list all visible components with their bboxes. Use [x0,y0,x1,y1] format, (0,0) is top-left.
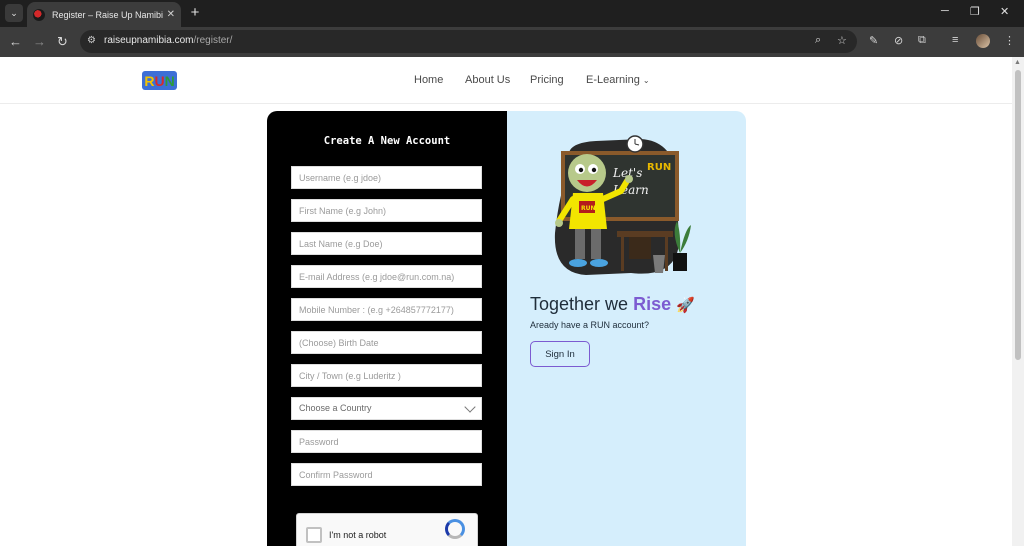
blocker-extension-icon[interactable]: ⊘ [894,34,903,47]
bookmark-star-icon[interactable]: ☆ [837,34,847,47]
back-icon[interactable]: ← [9,34,22,50]
recaptcha-checkbox[interactable] [306,527,322,543]
nav-pricing[interactable]: Pricing [530,74,564,86]
recaptcha-widget: I'm not a robot [296,513,478,546]
recaptcha-label: I'm not a robot [329,530,387,540]
country-select[interactable]: Choose a Country [291,397,482,420]
browser-toolbar: ← → ↻ ⚙ raiseupnamibia.com/register/ ⌕ ☆… [0,27,1024,57]
sign-in-button[interactable]: Sign In [530,341,590,367]
extensions-puzzle-icon[interactable]: ⧉ [918,34,926,47]
site-info-icon[interactable]: ⚙ [87,35,96,46]
promo-subtitle: Aready have a RUN account? [530,320,650,330]
chevron-down-icon [464,400,476,413]
profile-avatar[interactable] [976,34,990,48]
mobile-input[interactable] [291,298,482,321]
form-title: Create A New Account [323,135,451,147]
birth-date-input[interactable] [291,331,482,354]
run-logo[interactable]: RUN [142,71,177,90]
browser-tabbar: ⌄ Register – Raise Up Namibia ✕ + ─ ❐ ✕ [0,0,1024,27]
minimize-icon[interactable]: ─ [941,5,949,17]
reload-icon[interactable]: ↻ [57,34,68,50]
tab-title: Register – Raise Up Namibia [52,9,163,20]
password-input[interactable] [291,430,482,453]
tab-close-icon[interactable]: ✕ [167,9,175,20]
scroll-up-arrow-icon[interactable]: ▲ [1014,59,1021,66]
shirt-text-run: RUN [581,205,596,212]
character-shoe-icon [569,259,587,267]
window-close-icon[interactable]: ✕ [1000,5,1009,18]
email-input[interactable] [291,265,482,288]
confirm-password-input[interactable] [291,463,482,486]
promo-panel: Let's RUN Learn RUN Together we Rise 🚀 A… [507,111,746,546]
nav-about-us[interactable]: About Us [465,74,510,86]
teacher-illustration: Let's RUN Learn RUN [554,135,691,275]
zoom-icon[interactable]: ⌕ [815,34,821,47]
page-viewport: RUN Home About Us Pricing E-Learning ⌄ C… [0,57,1012,546]
promo-title: Together we Rise 🚀 [530,294,695,314]
browser-tab[interactable]: Register – Raise Up Namibia ✕ [27,2,181,27]
country-select-value: Choose a Country [299,403,372,413]
city-input[interactable] [291,364,482,387]
media-control-icon[interactable]: ≡ [952,34,958,46]
nav-e-learning[interactable]: E-Learning ⌄ [586,74,650,86]
favicon-icon [33,8,45,21]
trash-bin-icon [653,255,665,273]
registration-form: Create A New Account Choose a Country I'… [267,111,507,546]
restore-icon[interactable]: ❐ [970,5,980,18]
new-tab-icon[interactable]: + [187,4,203,22]
recaptcha-logo-icon [445,519,465,539]
first-name-input[interactable] [291,199,482,222]
rocket-icon: 🚀 [676,297,695,314]
board-text-run: RUN [647,162,671,173]
desk-icon [617,231,673,237]
nav-home[interactable]: Home [414,74,443,86]
address-bar[interactable]: ⚙ raiseupnamibia.com/register/ ⌕ ☆ [80,30,857,53]
forward-icon[interactable]: → [33,34,46,50]
chevron-down-icon: ⌄ [642,76,650,85]
scrollbar-thumb[interactable] [1015,70,1021,360]
last-name-input[interactable] [291,232,482,255]
site-header: RUN Home About Us Pricing E-Learning ⌄ [0,57,1012,104]
tab-search-icon[interactable]: ⌄ [5,4,23,22]
eyedropper-extension-icon[interactable]: ✎ [869,34,878,47]
menu-kebab-icon[interactable]: ⋮ [1004,34,1015,47]
username-input[interactable] [291,166,482,189]
url-text[interactable]: raiseupnamibia.com/register/ [104,35,232,46]
plant-pot-icon [673,253,687,271]
